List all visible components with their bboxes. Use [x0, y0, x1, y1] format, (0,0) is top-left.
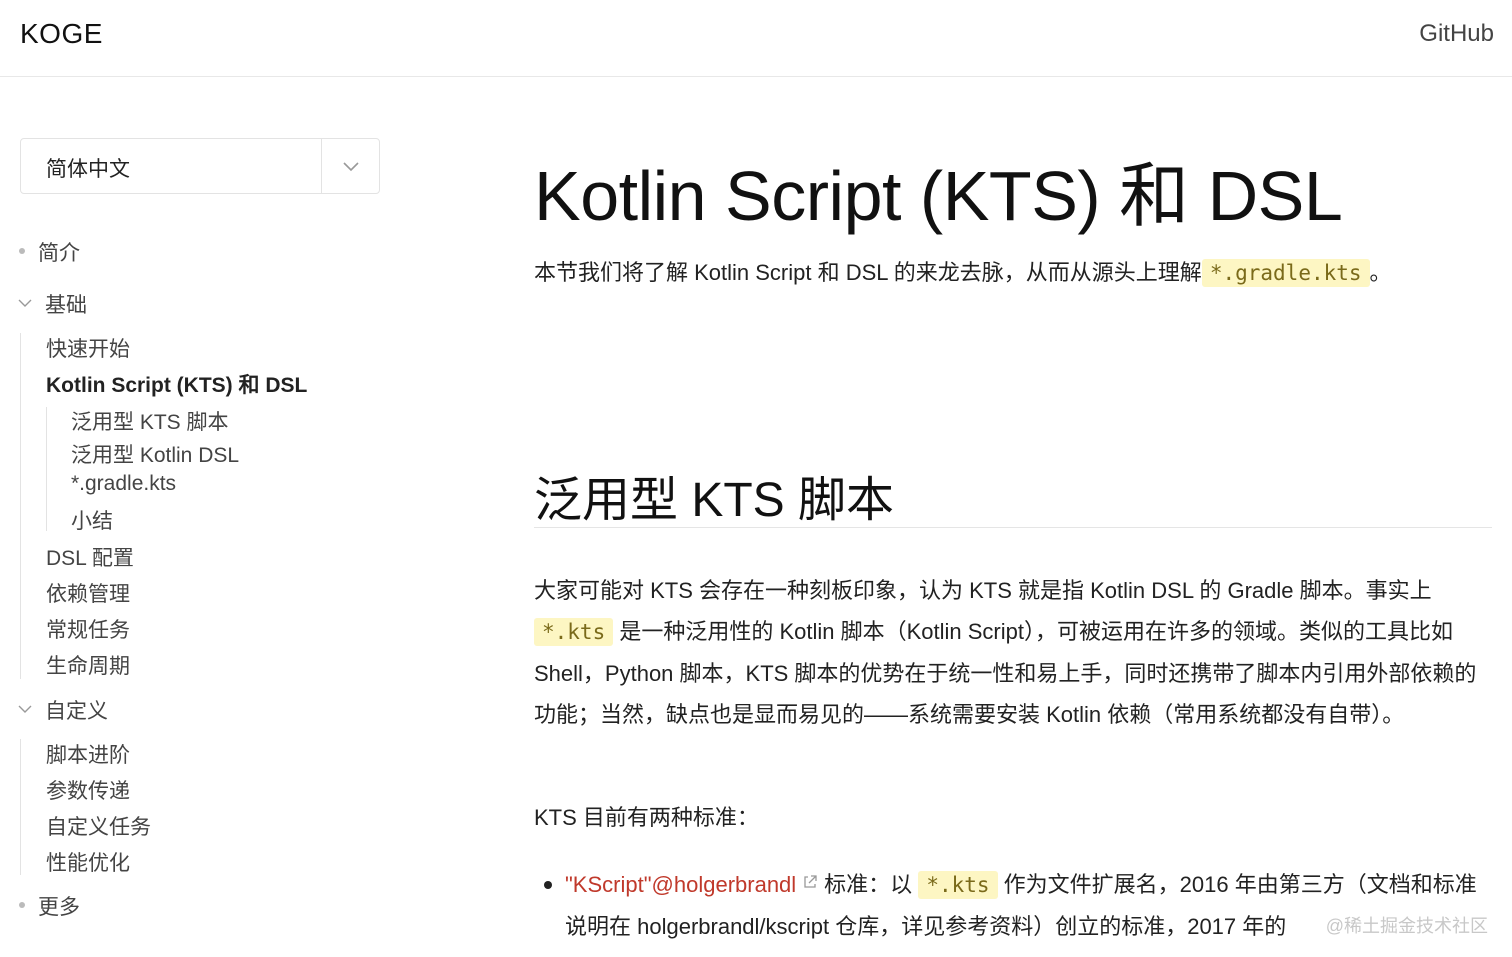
- body-paragraph: KTS 目前有两种标准：: [534, 805, 759, 830]
- external-link-icon: [804, 875, 817, 888]
- select-divider: [321, 139, 322, 193]
- chevron-down-icon[interactable]: [337, 155, 365, 177]
- chevron-down-icon[interactable]: [17, 703, 33, 715]
- sidebar-item-more[interactable]: 更多: [38, 891, 80, 921]
- intro-end: 。: [1369, 260, 1392, 285]
- top-bar: KOGE GitHub: [0, 0, 1512, 77]
- sidebar-item-custom-tasks[interactable]: 自定义任务: [46, 811, 151, 841]
- sidebar-item-gradle-kts[interactable]: *.gradle.kts: [71, 472, 176, 496]
- sidebar-item-generic-dsl[interactable]: 泛用型 Kotlin DSL: [71, 439, 239, 469]
- language-select[interactable]: 简体中文: [20, 138, 380, 194]
- inline-code: *.kts: [534, 618, 614, 646]
- kscript-link[interactable]: "KScript"@holgerbrandl: [565, 872, 796, 897]
- sidebar-item-advanced-script[interactable]: 脚本进阶: [46, 739, 130, 769]
- sidebar-item-basics[interactable]: 基础: [45, 289, 87, 319]
- sidebar-item-generic-kts[interactable]: 泛用型 KTS 脚本: [71, 406, 229, 436]
- nav-guide-line: [20, 739, 21, 875]
- page-title: Kotlin Script (KTS) 和 DSL: [534, 157, 1343, 235]
- site-logo[interactable]: KOGE: [20, 18, 103, 50]
- sidebar-item-quick-start[interactable]: 快速开始: [46, 333, 130, 363]
- sidebar-item-performance[interactable]: 性能优化: [46, 847, 130, 877]
- bullet-icon: [19, 902, 25, 908]
- sidebar-item-params[interactable]: 参数传递: [46, 775, 130, 805]
- github-link[interactable]: GitHub: [1419, 20, 1494, 48]
- section-heading: 泛用型 KTS 脚本: [534, 474, 895, 527]
- sidebar-item-lifecycle[interactable]: 生命周期: [46, 650, 130, 680]
- list-bullet: [544, 881, 552, 889]
- inline-code: *.gradle.kts: [1201, 259, 1370, 287]
- sidebar-item-dsl-config[interactable]: DSL 配置: [46, 542, 134, 572]
- nav-guide-line: [20, 333, 21, 679]
- sidebar-item-summary[interactable]: 小结: [71, 505, 113, 535]
- nav-guide-line: [46, 407, 47, 531]
- intro-text: 本节我们将了解 Kotlin Script 和 DSL 的来龙去脉，从而从源头上…: [534, 260, 1202, 285]
- watermark: @稀土掘金技术社区: [1325, 916, 1488, 936]
- language-select-value: 简体中文: [46, 158, 130, 181]
- sidebar-item-intro[interactable]: 简介: [38, 237, 80, 267]
- list-text: 标准：以: [824, 872, 913, 897]
- bullet-icon: [19, 248, 25, 254]
- sidebar-item-dependencies[interactable]: 依赖管理: [46, 578, 130, 608]
- body-paragraph: 大家可能对 KTS 会存在一种刻板印象，认为 KTS 就是指 Kotlin DS…: [534, 570, 1494, 735]
- paragraph-text: 是一种泛用性的 Kotlin 脚本（Kotlin Script），可被运用在许多…: [534, 619, 1477, 727]
- sidebar-item-tasks[interactable]: 常规任务: [46, 614, 130, 644]
- sidebar-item-kts-dsl[interactable]: Kotlin Script (KTS) 和 DSL: [46, 369, 307, 399]
- chevron-down-icon[interactable]: [17, 297, 33, 309]
- inline-code: *.kts: [918, 871, 998, 899]
- paragraph-text: 大家可能对 KTS 会存在一种刻板印象，认为 KTS 就是指 Kotlin DS…: [534, 578, 1432, 603]
- sidebar-item-custom[interactable]: 自定义: [45, 695, 108, 725]
- heading-divider: [534, 527, 1492, 528]
- intro-paragraph: 本节我们将了解 Kotlin Script 和 DSL 的来龙去脉，从而从源头上…: [534, 255, 1392, 291]
